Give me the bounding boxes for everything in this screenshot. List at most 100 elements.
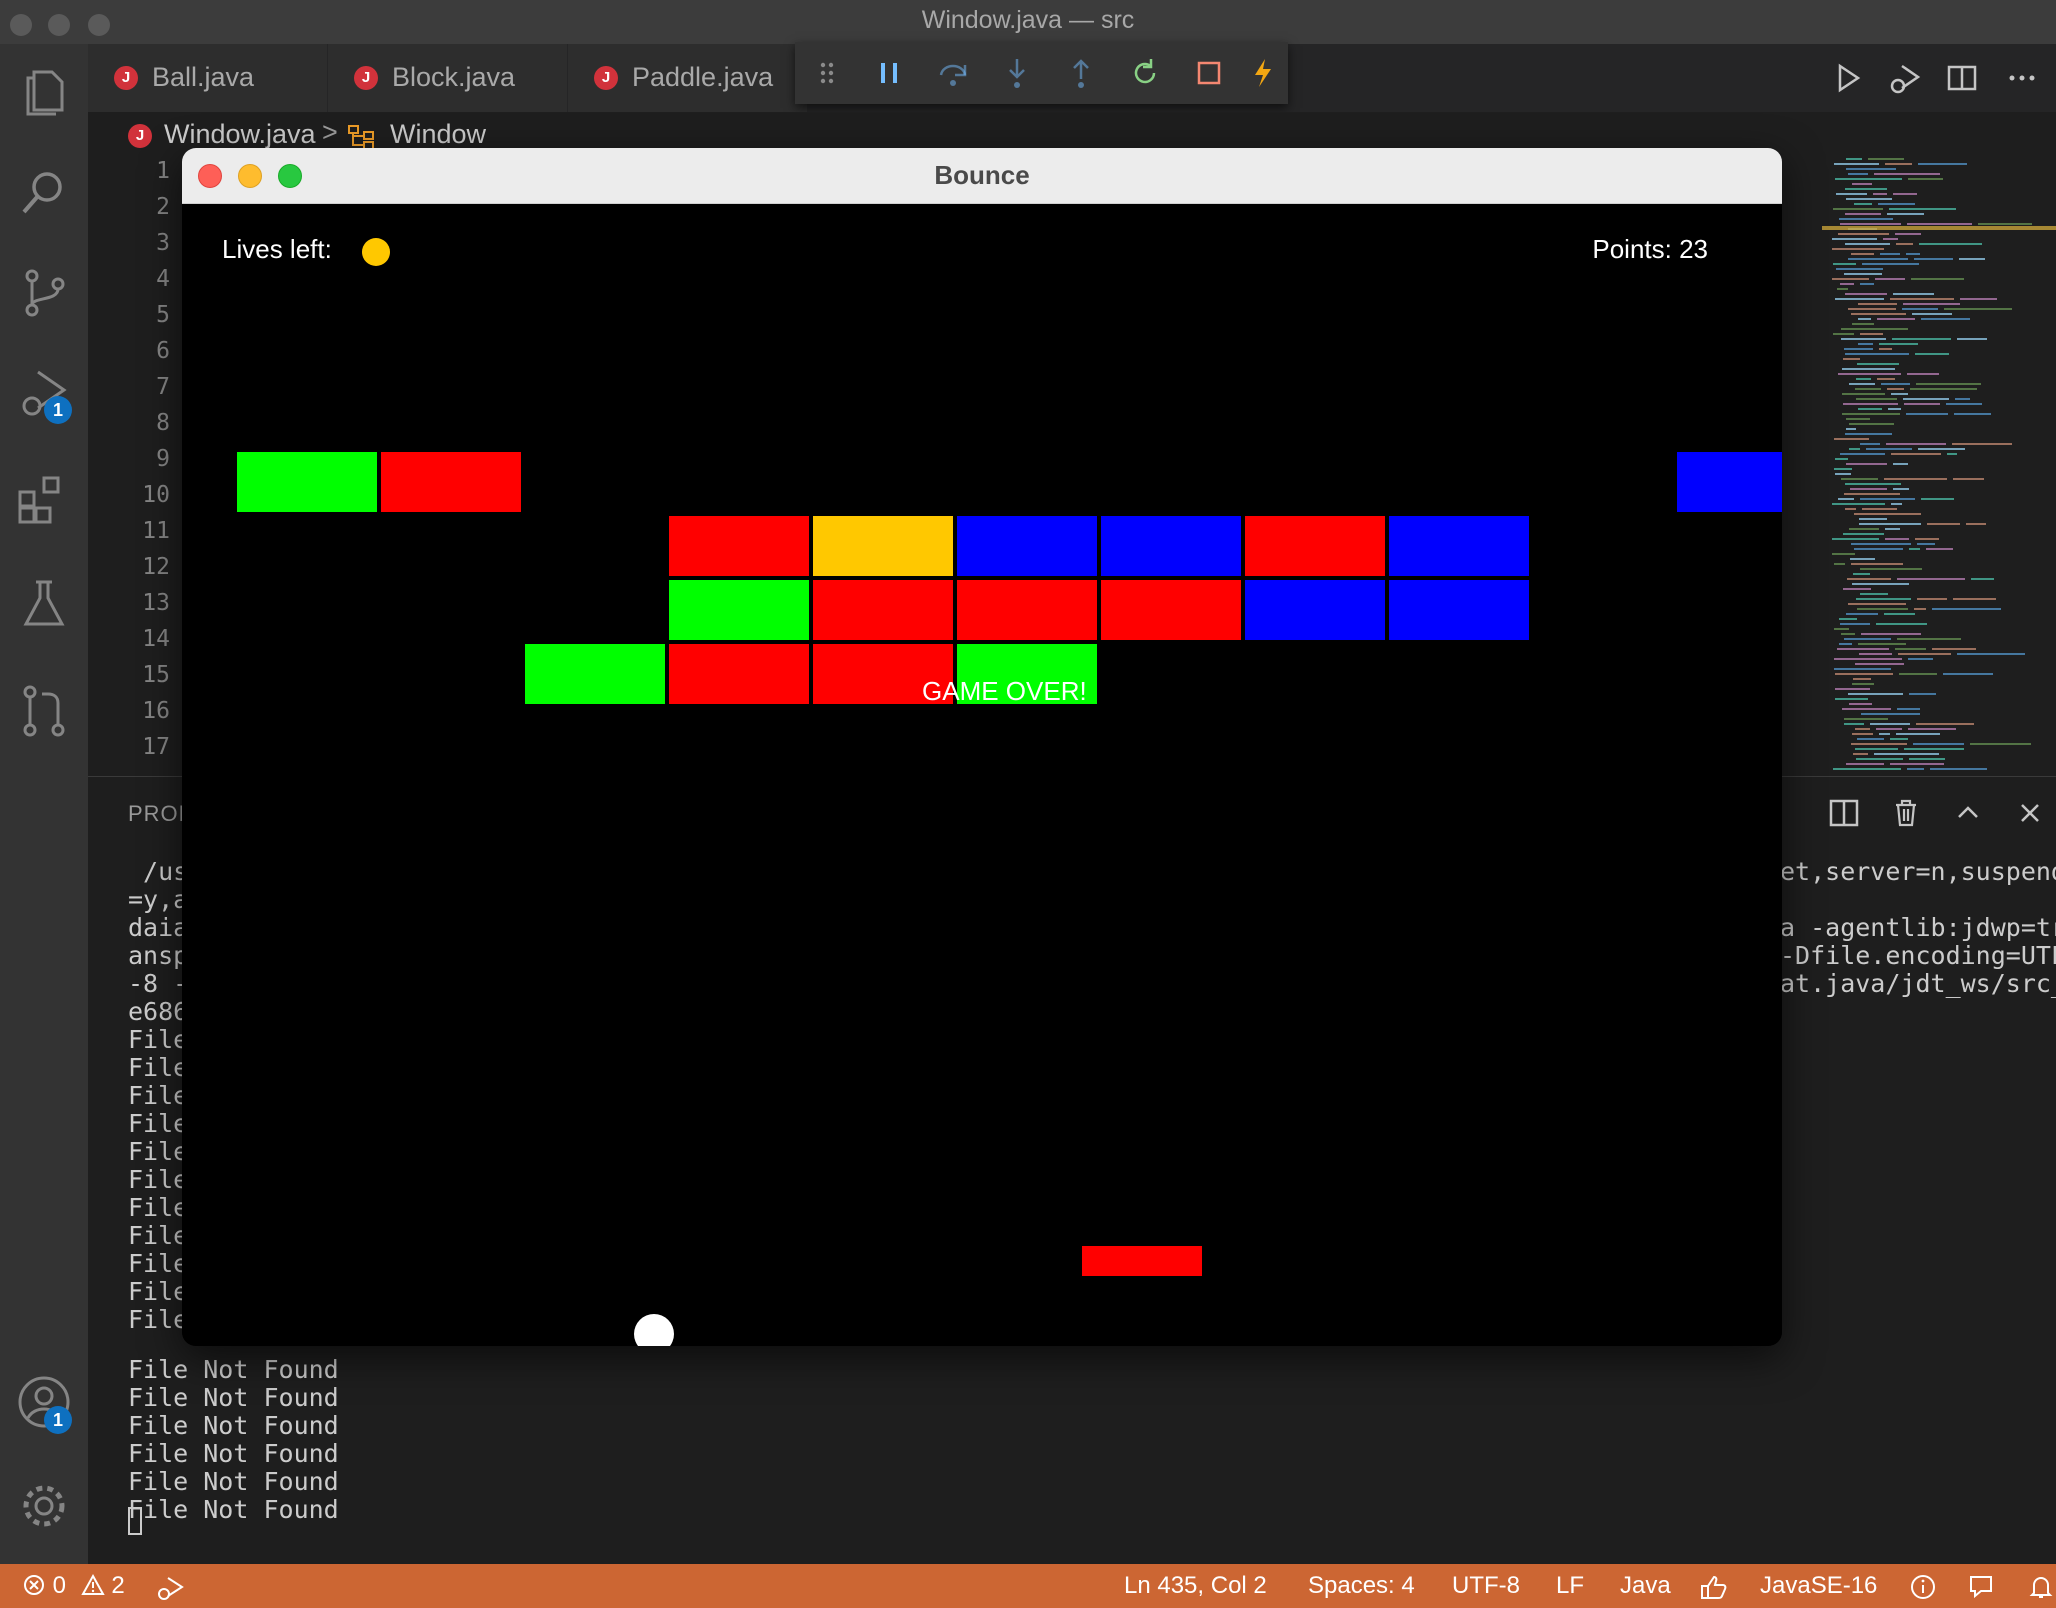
- minimap-code-line: [1860, 333, 1883, 335]
- testing-flask-icon[interactable]: [14, 574, 74, 634]
- java-file-icon: J: [594, 66, 618, 90]
- restart-icon[interactable]: [1127, 55, 1163, 91]
- brick-yellow: [813, 516, 953, 576]
- minimap-code-line: [1957, 653, 2025, 655]
- minimap-code-line: [1906, 253, 1920, 255]
- breadcrumb-separator: >: [322, 117, 338, 147]
- game-title-bar[interactable]: Bounce: [182, 148, 1782, 204]
- step-into-icon[interactable]: [999, 55, 1035, 91]
- indentation[interactable]: Spaces: 4: [1308, 1572, 1415, 1600]
- explorer-icon[interactable]: [14, 62, 74, 122]
- notifications-bell-icon[interactable]: [2026, 1572, 2056, 1608]
- line-number: 17: [142, 734, 170, 760]
- minimap-code-line: [1908, 178, 1943, 180]
- close-panel-icon[interactable]: [2012, 795, 2048, 831]
- minimap-code-line: [1848, 173, 1868, 175]
- accounts-icon[interactable]: 1: [14, 1372, 74, 1434]
- minimap-code-line: [1879, 733, 1890, 735]
- problems-status[interactable]: 0 2: [22, 1572, 125, 1600]
- minimap-code-line: [1849, 383, 1875, 385]
- minimap-code-line: [1897, 708, 1920, 710]
- more-actions-icon[interactable]: [2004, 60, 2040, 96]
- minimap-code-line: [1898, 653, 1951, 655]
- info-icon[interactable]: [1908, 1572, 1938, 1608]
- encoding[interactable]: UTF-8: [1452, 1572, 1520, 1600]
- breadcrumb-file[interactable]: Window.java: [164, 119, 316, 150]
- minimap-code-line: [1832, 538, 1879, 540]
- minimap-code-line: [1835, 458, 1848, 460]
- tab-paddle-java[interactable]: J Paddle.java: [568, 44, 808, 112]
- run-and-debug-icon[interactable]: 1: [14, 362, 74, 424]
- minimap-code-line: [1878, 203, 1915, 205]
- bounce-game-window[interactable]: Bounce Lives left: Points: 23 GAME OVER!: [182, 148, 1782, 1346]
- debug-status-icon[interactable]: [156, 1572, 186, 1608]
- minimap-code-line: [1852, 323, 1874, 325]
- brick-green: [669, 580, 809, 640]
- hot-code-replace-icon[interactable]: [1245, 55, 1281, 91]
- extensions-icon[interactable]: [14, 468, 74, 528]
- kill-terminal-trash-icon[interactable]: [1888, 795, 1924, 831]
- minimap-code-line: [1852, 183, 1872, 185]
- brick-red: [957, 580, 1097, 640]
- minimap-code-line: [1843, 358, 1860, 360]
- minimap-code-line: [1846, 198, 1892, 200]
- debug-run-icon[interactable]: [1888, 60, 1924, 96]
- run-icon[interactable]: [1830, 60, 1866, 96]
- minimap-code-line: [1907, 373, 1939, 375]
- split-terminal-icon[interactable]: [1826, 795, 1862, 831]
- brick-red: [381, 452, 521, 512]
- minimap-code-line: [1893, 488, 1909, 490]
- live-share-feedback-icon[interactable]: [1966, 1572, 1996, 1608]
- feedback-thumbs-icon[interactable]: [1698, 1572, 1728, 1608]
- cursor-position[interactable]: Ln 435, Col 2: [1124, 1572, 1267, 1600]
- minimap-code-line: [1899, 673, 1937, 675]
- source-control-icon[interactable]: [14, 262, 74, 322]
- minimap-code-line: [1848, 308, 1896, 310]
- minimap-code-line: [1916, 723, 1974, 725]
- minimap-code-line: [1854, 513, 1921, 515]
- breadcrumb-symbol[interactable]: Window: [390, 119, 486, 150]
- minimap-code-line: [1846, 463, 1887, 465]
- tab-ball-java[interactable]: J Ball.java: [88, 44, 328, 112]
- stop-icon[interactable]: [1191, 55, 1227, 91]
- minimap-code-line: [1889, 208, 1956, 210]
- minimap-code-line: [1832, 248, 1884, 250]
- minimap-code-line: [1880, 253, 1900, 255]
- terminal-line: File: [128, 1165, 189, 1194]
- minimap-code-line: [1909, 693, 1936, 695]
- tab-block-java[interactable]: J Block.java: [328, 44, 568, 112]
- minimap-code-line: [1903, 303, 1960, 305]
- minimap[interactable]: [1822, 152, 2056, 772]
- manage-gear-icon[interactable]: [14, 1476, 74, 1536]
- step-over-icon[interactable]: [935, 55, 971, 91]
- maximize-panel-chevron-up-icon[interactable]: [1950, 795, 1986, 831]
- terminal-line: File Not Found: [128, 1355, 339, 1384]
- minimap-code-line: [1896, 733, 1940, 735]
- game-window-title: Bounce: [934, 160, 1030, 190]
- end-of-line[interactable]: LF: [1556, 1572, 1584, 1600]
- life-token: [362, 238, 390, 266]
- split-editor-icon[interactable]: [1944, 60, 1980, 96]
- search-icon[interactable]: [14, 162, 74, 222]
- game-canvas[interactable]: Lives left: Points: 23 GAME OVER!: [182, 204, 1782, 1346]
- minimap-code-line: [1856, 378, 1871, 380]
- minimap-code-line: [1915, 538, 1939, 540]
- pull-requests-icon[interactable]: [14, 680, 74, 740]
- minimap-code-line: [1835, 473, 1851, 475]
- drag-handle-icon[interactable]: [809, 55, 845, 91]
- pause-icon[interactable]: [871, 55, 907, 91]
- terminal-cursor: [128, 1507, 142, 1535]
- minimap-code-line: [1844, 348, 1873, 350]
- minimap-code-line: [1842, 708, 1891, 710]
- minimap-code-line: [1846, 428, 1856, 430]
- minimap-code-line: [1852, 583, 1909, 585]
- java-runtime[interactable]: JavaSE-16: [1760, 1572, 1877, 1600]
- step-out-icon[interactable]: [1063, 55, 1099, 91]
- minimap-code-line: [1844, 493, 1900, 495]
- minimap-code-line: [1874, 173, 1940, 175]
- minimap-code-line: [1860, 283, 1874, 285]
- minimap-code-line: [1849, 703, 1872, 705]
- minimap-code-line: [1839, 643, 1852, 645]
- language-mode[interactable]: Java: [1620, 1572, 1671, 1600]
- minimap-code-line: [1906, 413, 1948, 415]
